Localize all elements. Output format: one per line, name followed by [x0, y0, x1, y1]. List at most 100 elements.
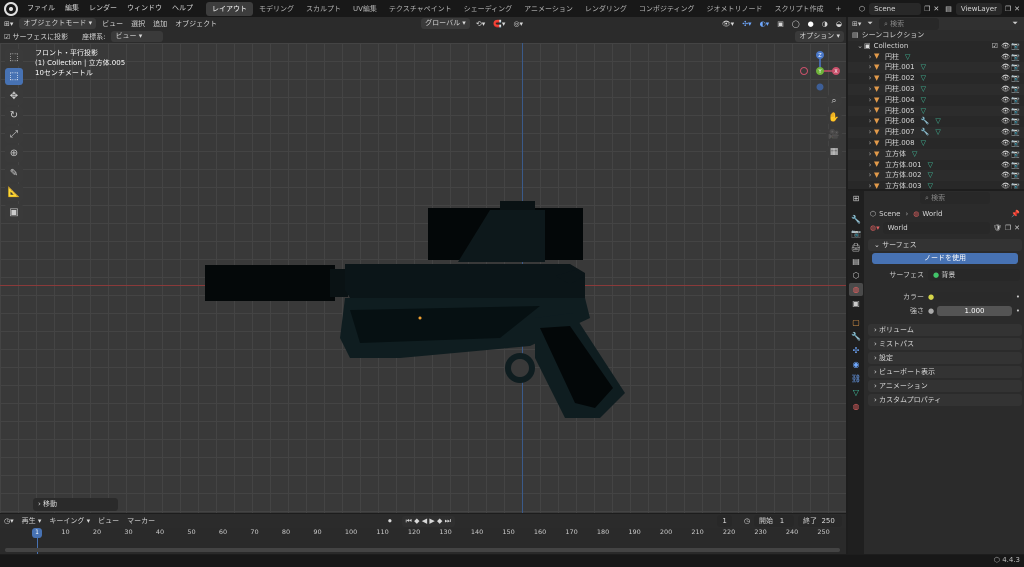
next-key-icon[interactable]: ◆ — [437, 517, 442, 525]
editor-type-icon[interactable]: ⊞ — [849, 192, 863, 205]
render-camera-icon[interactable]: 📷 — [1011, 41, 1020, 52]
menu-playback[interactable]: 再生 ▾ — [18, 516, 46, 526]
menu-object[interactable]: オブジェクト — [171, 19, 221, 29]
properties-section[interactable]: › ミストパス — [868, 338, 1022, 350]
tab-texture-paint[interactable]: テクスチャペイント — [383, 2, 458, 16]
world-browse-icon[interactable]: ◍▾ — [870, 224, 880, 232]
modifier-tab-icon[interactable]: 🔧 — [849, 330, 863, 343]
outliner-item[interactable]: ›▼立方体▽👁📷 — [848, 149, 1024, 160]
ortho-grid-icon[interactable]: ▦ — [826, 144, 842, 160]
orientation-selector[interactable]: ビュー ▾ — [111, 31, 163, 42]
scale-tool-icon[interactable]: ⤢ — [5, 126, 23, 143]
world-name-field[interactable]: World — [883, 222, 990, 234]
playback-controls[interactable]: ⏮ ◆ ◀ ▶ ◆ ⏭ — [402, 516, 455, 527]
world-unlink-icon[interactable]: ✕ — [1014, 224, 1020, 232]
outliner-item[interactable]: ›▼円柱.003▽👁📷 — [848, 84, 1024, 95]
outliner-item[interactable]: ›▼円柱.004▽👁📷 — [848, 95, 1024, 106]
expand-icon[interactable]: › — [866, 62, 874, 73]
outliner-item[interactable]: ›▼円柱.006🔧▽👁📷 — [848, 116, 1024, 127]
tab-sculpt[interactable]: スカルプト — [300, 2, 347, 16]
keyframe-dot-icon[interactable]: • — [1016, 307, 1020, 315]
shading-rendered-icon[interactable]: ◒ — [832, 20, 846, 28]
view-layer-tab-icon[interactable]: ▤ — [849, 255, 863, 268]
properties-section[interactable]: › ボリューム — [868, 324, 1022, 336]
render-camera-icon[interactable]: 📷 — [1011, 116, 1020, 127]
properties-section[interactable]: › カスタムプロパティ — [868, 394, 1022, 406]
expand-icon[interactable]: › — [866, 84, 874, 95]
mesh-data-icon[interactable]: ▽ — [928, 160, 933, 171]
menu-marker[interactable]: マーカー — [123, 516, 159, 526]
expand-icon[interactable]: › — [866, 170, 874, 181]
expand-icon[interactable]: › — [866, 149, 874, 160]
outliner-item[interactable]: ›▼立方体.001▽👁📷 — [848, 160, 1024, 171]
outliner-item[interactable]: ›▼円柱.005▽👁📷 — [848, 106, 1024, 117]
expand-icon[interactable]: › — [866, 181, 874, 189]
menu-view[interactable]: ビュー — [98, 19, 127, 29]
pan-hand-icon[interactable]: ✋ — [826, 110, 842, 126]
expand-icon[interactable]: › — [866, 52, 874, 63]
scene-collection-row[interactable]: ▤シーンコレクション — [848, 30, 1024, 41]
transform-orientation-selector[interactable]: グローバル ▾ — [421, 18, 470, 29]
props-search-input[interactable]: ⌕ 検索 — [920, 192, 990, 204]
menu-window[interactable]: ウィンドウ — [122, 0, 167, 17]
play-reverse-icon[interactable]: ◀ — [422, 517, 427, 525]
render-camera-icon[interactable]: 📷 — [1011, 170, 1020, 181]
snap-surface-checkbox[interactable]: ☑ サーフェスに投影 — [0, 32, 72, 42]
outliner-item[interactable]: ›▼立方体.002▽👁📷 — [848, 170, 1024, 181]
visibility-eye-icon[interactable]: 👁 — [1001, 73, 1010, 84]
expand-icon[interactable]: › — [866, 106, 874, 117]
color-socket-icon[interactable]: ● — [928, 293, 934, 301]
view-layer-close-icon[interactable]: ✕ — [1014, 5, 1020, 13]
tweak-tool-icon[interactable]: ⬚ — [5, 49, 23, 66]
mesh-data-icon[interactable]: ▽ — [921, 138, 926, 149]
keyframe-dot-icon[interactable]: • — [1016, 293, 1020, 301]
menu-render[interactable]: レンダー — [84, 0, 122, 17]
last-operator-panel[interactable]: › 移動 — [33, 498, 118, 511]
render-camera-icon[interactable]: 📷 — [1011, 62, 1020, 73]
outliner-item[interactable]: ›▼立方体.003▽👁📷 — [848, 181, 1024, 189]
visibility-eye-icon[interactable]: 👁 — [1001, 170, 1010, 181]
play-icon[interactable]: ▶ — [429, 517, 434, 525]
shading-wireframe-icon[interactable]: ◯ — [788, 20, 804, 28]
output-tab-icon[interactable]: 🖨 — [849, 241, 863, 254]
mesh-data-icon[interactable]: ▽ — [921, 84, 926, 95]
render-camera-icon[interactable]: 📷 — [1011, 73, 1020, 84]
timeline-ruler[interactable]: 1020304050607080901001101201301401501601… — [0, 528, 846, 538]
options-button[interactable]: オプション ▾ — [795, 31, 844, 42]
render-camera-icon[interactable]: 📷 — [1011, 160, 1020, 171]
visibility-eye-icon[interactable]: 👁 — [1001, 127, 1010, 138]
tab-scripting[interactable]: スクリプト作成 — [769, 2, 830, 16]
particles-tab-icon[interactable]: ✣ — [849, 344, 863, 357]
physics-tab-icon[interactable]: ◉ — [849, 358, 863, 371]
surface-section-header[interactable]: ⌄ サーフェス — [868, 239, 1022, 251]
data-tab-icon[interactable]: ▽ — [849, 386, 863, 399]
properties-section[interactable]: › アニメーション — [868, 380, 1022, 392]
gun-model[interactable] — [200, 198, 640, 418]
render-camera-icon[interactable]: 📷 — [1011, 84, 1020, 95]
camera-view-icon[interactable]: 🎥 — [826, 127, 842, 143]
render-tab-icon[interactable]: 📷 — [849, 227, 863, 240]
render-camera-icon[interactable]: 📷 — [1011, 149, 1020, 160]
expand-icon[interactable]: › — [866, 73, 874, 84]
mesh-data-icon[interactable]: ▽ — [928, 181, 933, 189]
mesh-data-icon[interactable]: ▽ — [928, 170, 933, 181]
menu-help[interactable]: ヘルプ — [167, 0, 198, 17]
render-camera-icon[interactable]: 📷 — [1011, 95, 1020, 106]
transform-tool-icon[interactable]: ⊕ — [5, 145, 23, 162]
strength-field[interactable]: 1.000 — [937, 306, 1012, 316]
overlay-toggle-icon[interactable]: ◐▾ — [756, 20, 774, 28]
object-tab-icon[interactable]: ▢ — [849, 316, 863, 329]
expand-icon[interactable]: › — [866, 138, 874, 149]
render-camera-icon[interactable]: 📷 — [1011, 138, 1020, 149]
add-workspace-button[interactable]: + — [830, 2, 848, 16]
world-copy-icon[interactable]: ❐ — [1005, 224, 1011, 232]
mesh-data-icon[interactable]: ▽ — [921, 106, 926, 117]
shading-material-icon[interactable]: ◑ — [818, 20, 832, 28]
shading-solid-icon[interactable]: ● — [804, 20, 818, 28]
outliner-item[interactable]: ›▼円柱.002▽👁📷 — [848, 73, 1024, 84]
render-camera-icon[interactable]: 📷 — [1011, 106, 1020, 117]
mesh-data-icon[interactable]: ▽ — [905, 52, 910, 63]
expand-icon[interactable]: › — [866, 160, 874, 171]
outliner-editor-icon[interactable]: ⊞▾ — [852, 20, 861, 28]
expand-icon[interactable]: › — [866, 116, 874, 127]
